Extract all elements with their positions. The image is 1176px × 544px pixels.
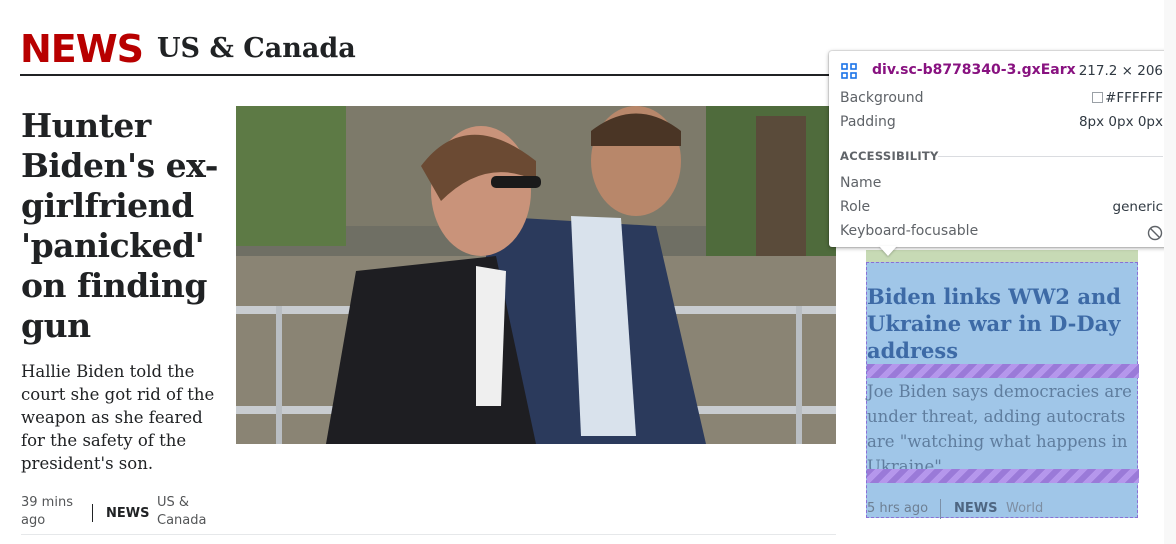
lead-story-headline[interactable]: Hunter Biden's ex-girlfriend 'panicked' … [21,106,226,346]
lead-story-image[interactable] [236,106,836,444]
meta-divider [940,499,941,519]
accessibility-section-label: ACCESSIBILITY [840,149,939,163]
keyboard-focusable-row: Keyboard-focusable [840,223,1163,243]
side-story-headline[interactable]: Biden links WW2 and Ukraine war in D-Day… [867,283,1137,364]
margin-highlight [867,469,1139,483]
meta-section-link[interactable]: US & Canada [157,494,227,530]
tooltip-arrow [879,246,897,256]
timestamp: 5 hrs ago [867,501,929,516]
padding-row: Padding 8px 0px 0px [840,114,1163,134]
side-story-meta: 5 hrs ago NEWS World [867,499,1139,519]
news-logo[interactable]: NEWS [20,28,144,70]
element-selector: div.sc-b8778340-3.gxEarx [872,62,1076,78]
side-story-summary: Joe Biden says democracies are under thr… [867,382,1132,476]
lead-photo-illustration [236,106,836,444]
section-title[interactable]: US & Canada [157,31,356,67]
devtools-inspect-tooltip: div.sc-b8778340-3.gxEarx 217.2 × 206 Bac… [829,51,1174,247]
side-story-card[interactable]: Biden links WW2 and Ukraine war in D-Day… [866,250,1139,519]
not-focusable-icon [1147,225,1163,241]
role-row: Role generic [840,199,1163,219]
name-label: Name [840,175,882,191]
padding-value: 8px 0px 0px [1078,114,1163,130]
role-value: generic [1112,199,1163,215]
lead-story-summary: Hallie Biden told the court she got rid … [21,362,215,473]
background-value: #FFFFFF [1092,90,1163,106]
margin-highlight [867,364,1139,378]
keyboard-focusable-label: Keyboard-focusable [840,223,979,239]
element-size: 217.2 × 206 [1078,63,1163,79]
color-swatch-icon [1092,92,1104,103]
timestamp: 39 mins ago [21,495,73,528]
meta-brand: NEWS [954,501,998,516]
scrollbar[interactable] [1164,0,1176,544]
inspector-highlight-overlay: Biden links WW2 and Ukraine war in D-Day… [866,262,1139,519]
meta-brand: NEWS [106,506,150,521]
grid-icon [841,63,857,79]
divider [21,534,836,535]
padding-label: Padding [840,114,896,130]
side-story-image[interactable] [866,250,1138,262]
lead-story-meta: 39 mins ago NEWS US & Canada [21,494,226,534]
background-row: Background #FFFFFF [840,90,1163,110]
background-hex: #FFFFFF [1105,90,1163,106]
role-label: Role [840,199,871,215]
section-divider [938,156,1163,157]
meta-divider [92,504,93,522]
meta-section-link[interactable]: World [1006,501,1043,516]
background-label: Background [840,90,924,106]
name-row: Name [840,175,1163,195]
